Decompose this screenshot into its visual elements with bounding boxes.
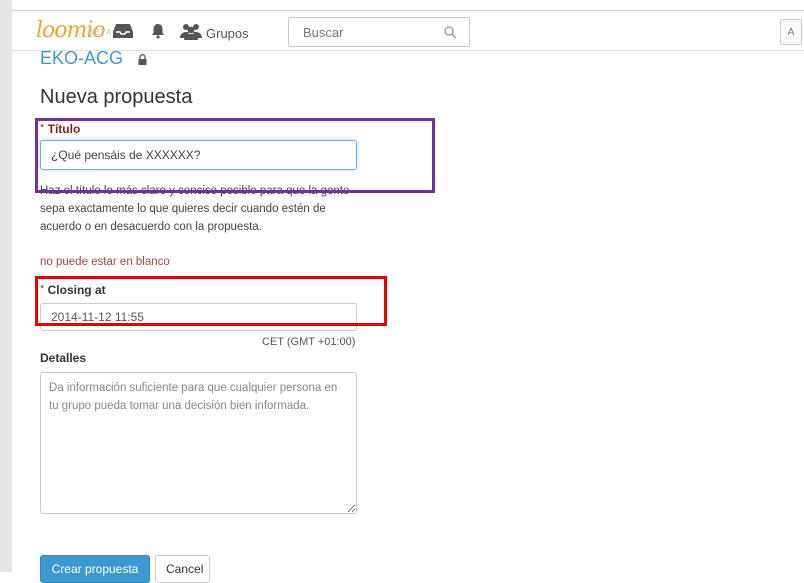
inbox-icon[interactable] xyxy=(113,23,133,39)
title-help-text: Haz el título lo más claro y conciso pos… xyxy=(40,185,350,233)
timezone-label: CET (GMT +01:00) xyxy=(262,336,356,348)
closing-at-input[interactable] xyxy=(40,303,357,331)
create-proposal-button[interactable]: Crear propuesta xyxy=(40,555,150,583)
closing-at-label-text: Closing at xyxy=(47,283,106,297)
page-title: Nueva propuesta xyxy=(40,86,193,108)
required-marker: * xyxy=(40,283,45,295)
required-marker: * xyxy=(40,122,45,134)
avatar[interactable]: A xyxy=(780,19,802,45)
groups-icon[interactable] xyxy=(180,22,202,40)
top-divider xyxy=(12,10,804,11)
title-label: * Título xyxy=(40,122,80,136)
search-box xyxy=(288,17,470,47)
title-error-message: no puede estar en blanco xyxy=(40,256,170,268)
left-gutter xyxy=(0,0,12,572)
title-input[interactable] xyxy=(40,140,357,170)
details-textarea[interactable] xyxy=(40,372,357,514)
beta-label: BETA xyxy=(88,28,113,37)
bell-icon[interactable] xyxy=(150,23,170,39)
search-icon[interactable] xyxy=(444,26,457,44)
title-label-text: Título xyxy=(47,122,81,136)
details-label: Detalles xyxy=(40,351,87,365)
lock-icon xyxy=(138,52,147,70)
group-name-link[interactable]: EKO-ACG xyxy=(40,48,123,69)
groups-link[interactable]: Grupos xyxy=(206,26,249,41)
cancel-button[interactable]: Cancel xyxy=(155,555,210,583)
search-input[interactable] xyxy=(301,24,445,41)
closing-at-label: * Closing at xyxy=(40,283,106,297)
